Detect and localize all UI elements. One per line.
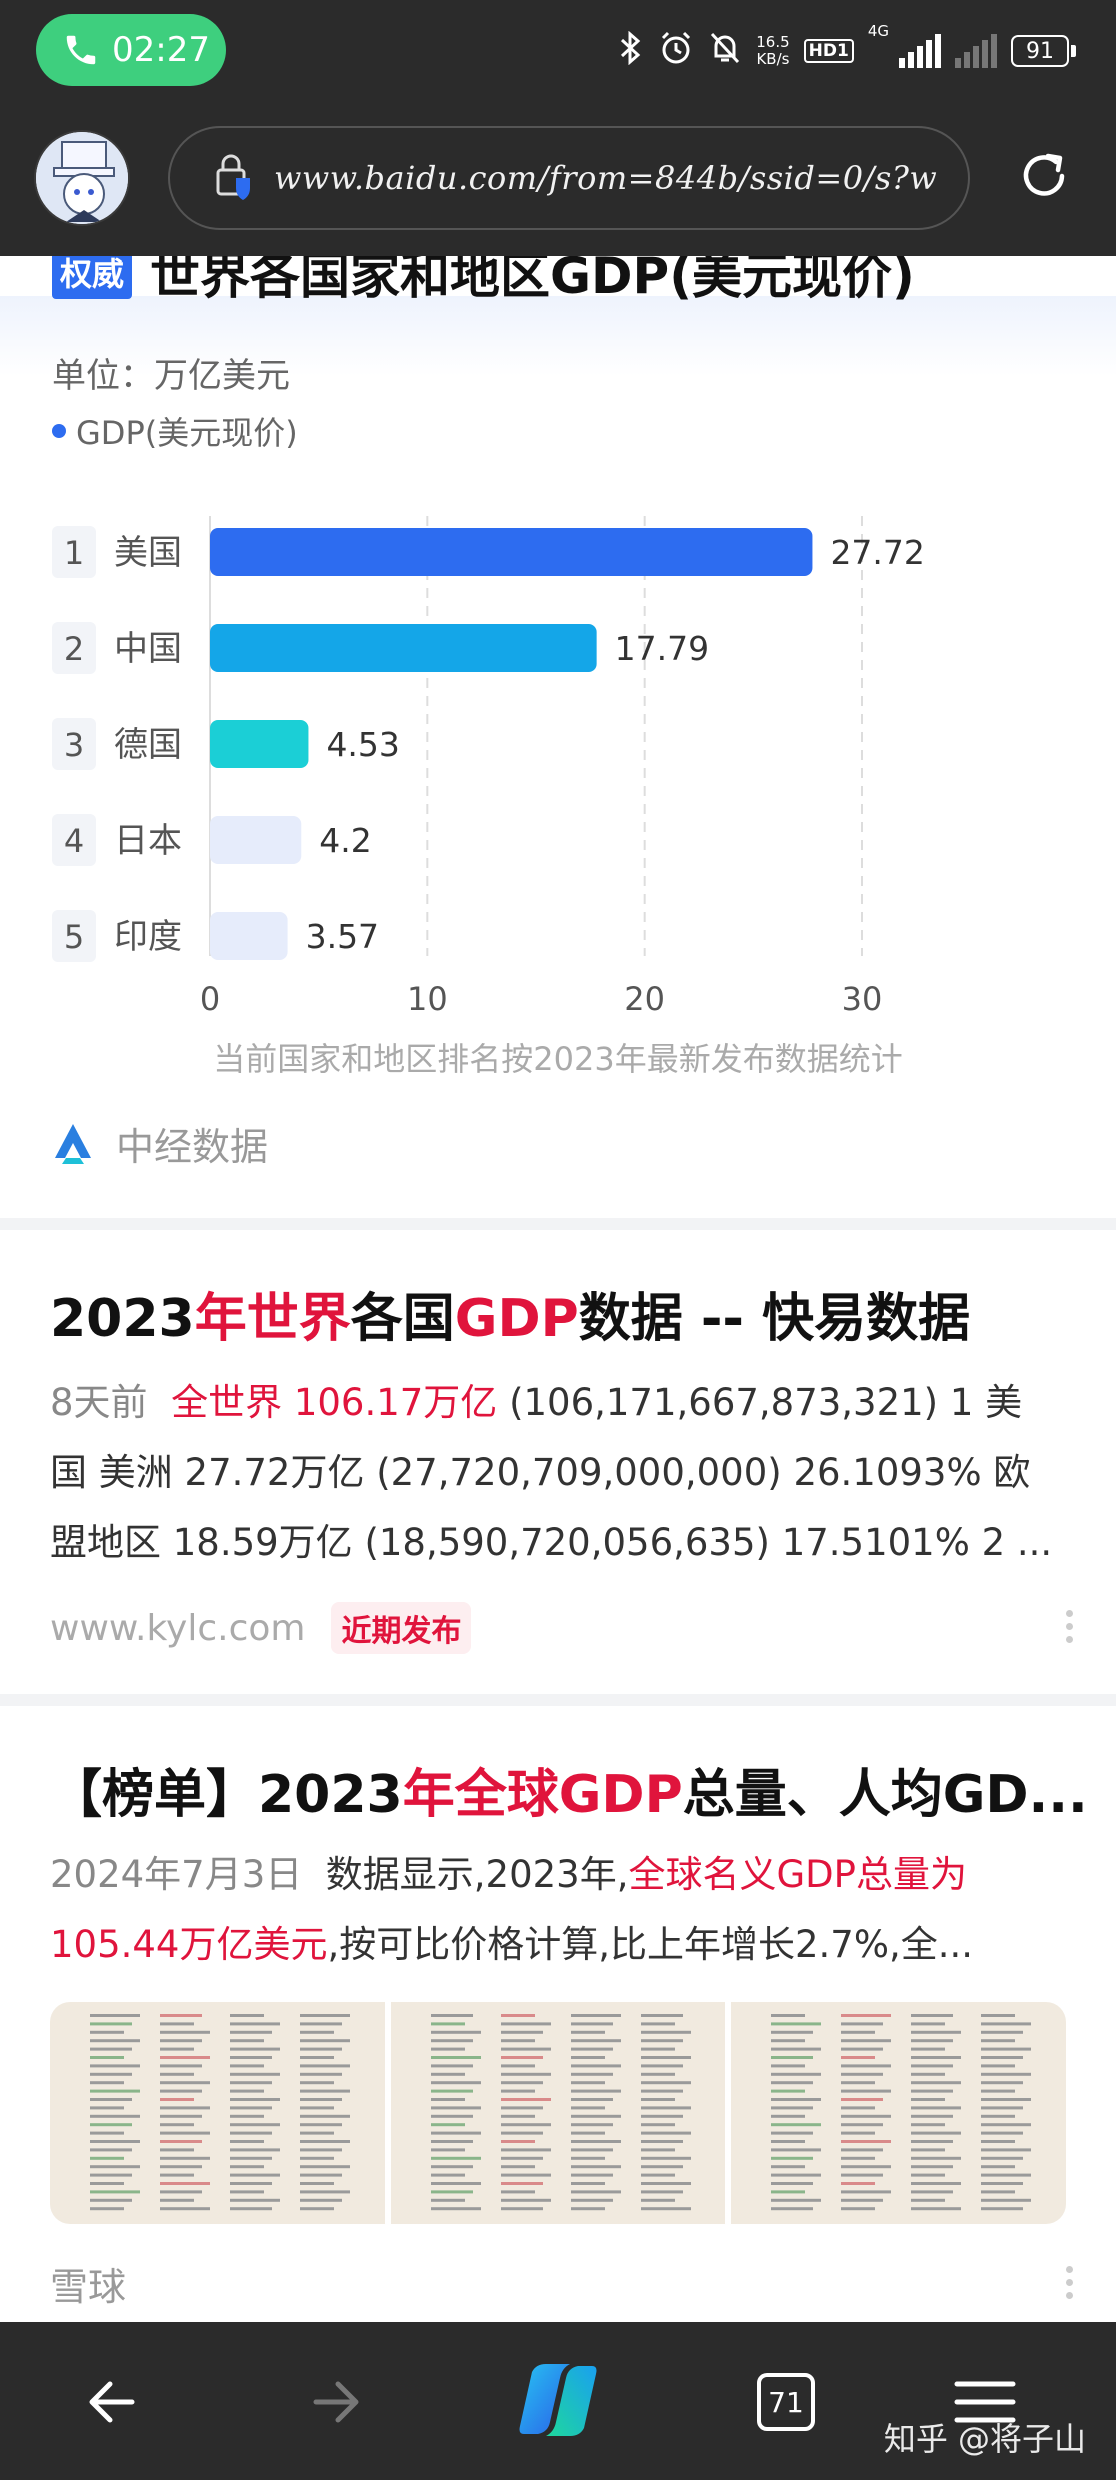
category-label: 日本	[114, 821, 182, 861]
call-duration: 02:27	[112, 30, 210, 70]
avatar[interactable]	[34, 130, 130, 226]
bar	[210, 720, 309, 768]
result-2-more-icon[interactable]	[1066, 2266, 1076, 2299]
result-2-snippet[interactable]: 2024年7月3日 数据显示,2023年,全球名义GDP总量为 105.44万亿…	[50, 1840, 1066, 1980]
bar	[210, 624, 597, 672]
gdp-card-header[interactable]: 权威 世界各国家和地区GDP(美元现价)	[52, 256, 915, 305]
gdp-bar-chart: 0 10 20 30 1 美国 27.72 2 中国 17.79 3 德国 4.53 4 日本 4.2 5 印度 3…	[52, 516, 925, 1016]
section-divider	[0, 1694, 1116, 1706]
arrow-right-icon	[313, 2381, 359, 2423]
address-bar[interactable]: www.baidu.com/from=844b/ssid=0/s?w	[168, 126, 970, 230]
network-speed: 16.5 KB/s	[756, 34, 789, 68]
alarm-icon	[658, 30, 694, 72]
legend-label: GDP(美元现价)	[76, 414, 298, 452]
rank-number: 2	[64, 630, 84, 668]
net-speed-unit: KB/s	[756, 50, 790, 68]
unit-label: 单位：万亿美元	[52, 356, 290, 396]
table-image-illustration	[90, 2014, 350, 2211]
signal-2-icon	[955, 34, 997, 68]
status-bar: 02:27 16.5 KB/s HD1 4G 91	[0, 0, 1116, 118]
reload-button[interactable]	[1014, 146, 1074, 206]
browser-toolbar: www.baidu.com/from=844b/ssid=0/s?w	[0, 118, 1116, 256]
hd-badge: HD1	[803, 39, 854, 63]
authority-badge: 权威	[52, 256, 133, 299]
reload-icon	[1023, 153, 1065, 196]
bar	[210, 912, 288, 960]
data-source-logo-icon	[55, 1123, 91, 1164]
result-1-site-row[interactable]: www.kylc.com 近期发布	[50, 1602, 472, 1654]
gdp-card-title[interactable]: 世界各国家和地区GDP(美元现价)	[150, 256, 915, 308]
copilot-button[interactable]	[508, 2350, 608, 2450]
arrow-left-icon	[89, 2381, 135, 2423]
recent-tag: 近期发布	[331, 1602, 472, 1654]
battery-icon: 91	[1011, 35, 1076, 67]
bar-value-label: 4.2	[319, 821, 371, 860]
result-2-image-strip[interactable]	[50, 2002, 1066, 2224]
result-image-thumbnail[interactable]	[731, 2002, 1066, 2224]
result-1-more-icon[interactable]	[1066, 1610, 1076, 1643]
bar-value-label: 3.57	[306, 917, 379, 956]
zhihu-watermark: 知乎 @将子山	[883, 2420, 1086, 2458]
net-speed-value: 16.5	[756, 33, 790, 51]
ongoing-call-pill[interactable]: 02:27	[36, 14, 226, 86]
x-tick-label: 0	[200, 980, 220, 1016]
phone-icon	[66, 35, 96, 65]
tab-count: 71	[757, 2373, 815, 2431]
network-type: 4G	[867, 22, 889, 40]
source-attribution[interactable]: 中经数据	[50, 1116, 268, 1171]
avatar-illustration	[36, 132, 128, 224]
legend-dot	[52, 424, 66, 438]
result-2-title[interactable]: 【榜单】2023年全球GDP总量、人均GD...	[50, 1752, 1088, 1827]
result-1-date: 8天前	[50, 1381, 148, 1424]
x-tick-label: 20	[624, 980, 665, 1016]
result-1-title[interactable]: 2023年世界各国GDP数据 -- 快易数据	[50, 1276, 970, 1351]
tab-switcher-button[interactable]: 71	[746, 2362, 826, 2442]
signal-icon	[899, 34, 941, 68]
back-button[interactable]	[72, 2362, 152, 2442]
result-image-thumbnail[interactable]	[50, 2002, 385, 2224]
rank-number: 5	[64, 918, 84, 956]
rank-number: 1	[64, 534, 84, 572]
category-label: 美国	[114, 533, 182, 573]
bluetooth-icon	[618, 30, 644, 71]
bar-value-label: 17.79	[615, 629, 709, 668]
security-shield-icon[interactable]	[214, 154, 256, 202]
bar-value-label: 4.53	[326, 725, 399, 764]
browser-bottom-nav: 71 知乎 @将子山	[0, 2322, 1116, 2480]
result-1-snippet[interactable]: 8天前 全世界 106.17万亿 (106,171,667,873,321) 1…	[50, 1368, 1066, 1578]
system-icons: 16.5 KB/s HD1 4G 91	[618, 24, 1076, 78]
mute-bell-icon	[708, 30, 742, 72]
chart-note: 当前国家和地区排名按2023年最新发布数据统计	[213, 1040, 903, 1078]
battery-level: 91	[1011, 35, 1069, 67]
result-2-date: 2024年7月3日	[50, 1853, 303, 1896]
search-results: 权威 世界各国家和地区GDP(美元现价) 单位：万亿美元 GDP(美元现价) 0…	[0, 256, 1116, 2322]
table-image-illustration	[771, 2014, 1032, 2211]
copilot-icon	[519, 2364, 597, 2436]
table-image-illustration	[430, 2014, 691, 2211]
result-2-site-name[interactable]: 雪球	[50, 2256, 126, 2311]
category-label: 德国	[114, 725, 182, 765]
category-label: 印度	[114, 917, 182, 957]
x-tick-label: 10	[407, 980, 448, 1016]
bar-value-label: 27.72	[830, 533, 924, 572]
result-1-site-url: www.kylc.com	[50, 1607, 306, 1649]
section-divider	[0, 1218, 1116, 1230]
rank-number: 4	[64, 822, 84, 860]
x-tick-label: 30	[842, 980, 883, 1016]
bar	[210, 816, 302, 864]
category-label: 中国	[114, 629, 182, 669]
bar	[210, 528, 813, 576]
forward-button[interactable]	[296, 2362, 376, 2442]
rank-number: 3	[64, 726, 84, 764]
url-text: www.baidu.com/from=844b/ssid=0/s?w	[274, 159, 938, 197]
snippet-highlight: 全世界 106.17万亿	[171, 1381, 498, 1424]
source-name: 中经数据	[116, 1125, 269, 1169]
chart-legend: GDP(美元现价)	[52, 408, 298, 454]
result-image-thumbnail[interactable]	[390, 2002, 726, 2224]
